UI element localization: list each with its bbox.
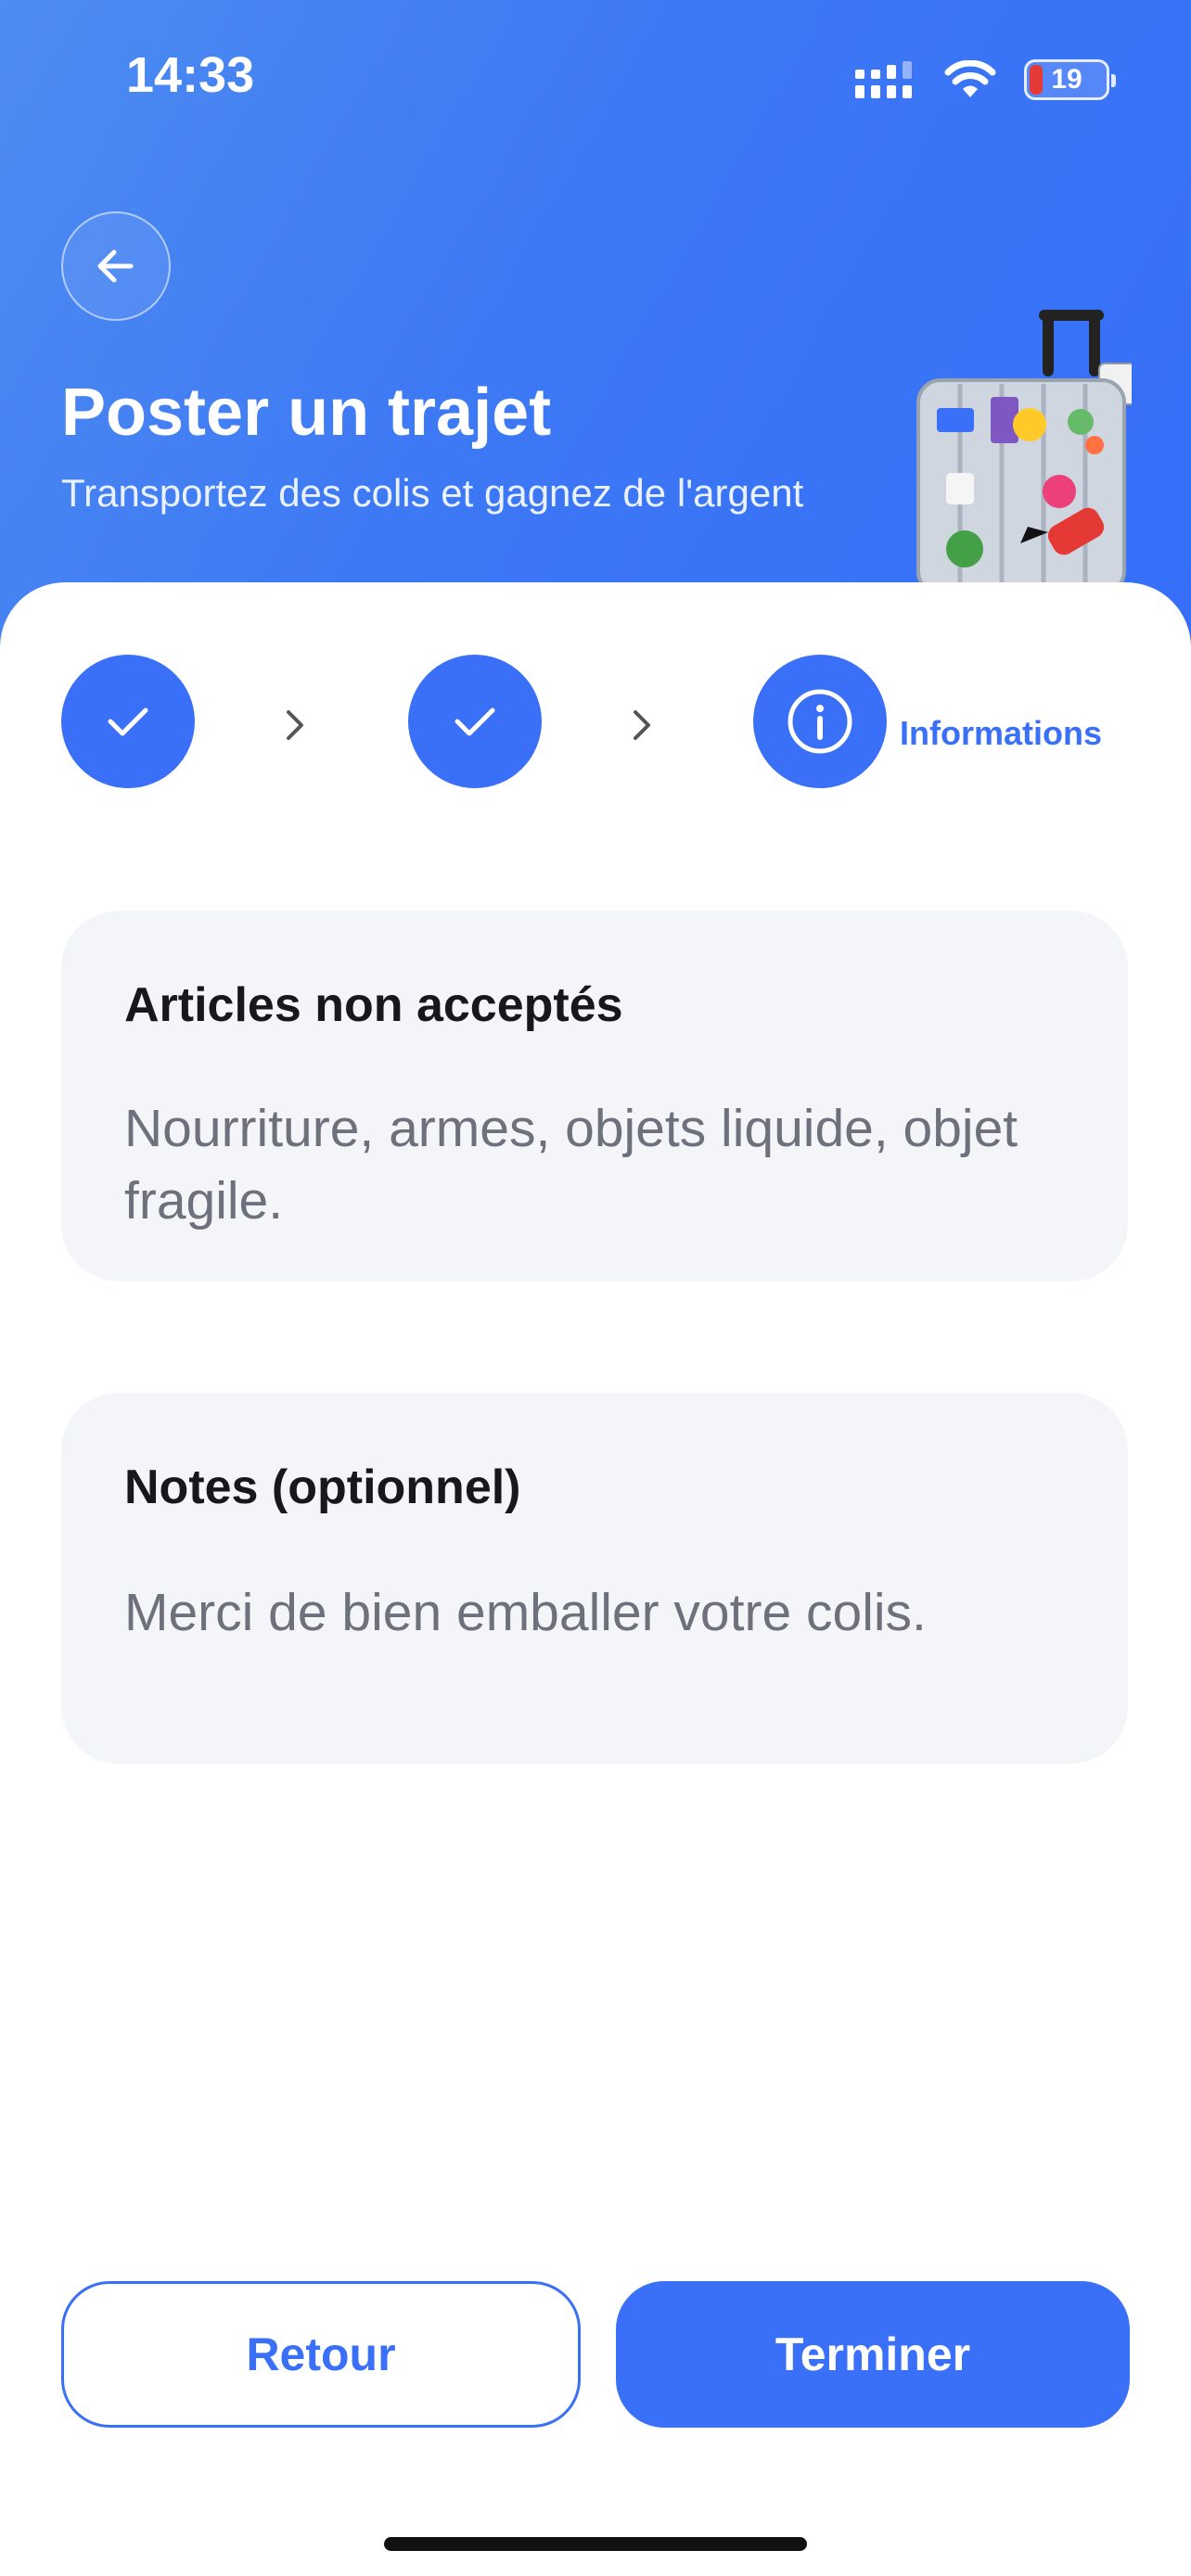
battery-level: 19 bbox=[1051, 64, 1082, 95]
finish-button[interactable]: Terminer bbox=[616, 2281, 1130, 2428]
battery-icon: 19 bbox=[1024, 59, 1116, 100]
header: 14:33 19 Poster un trajet Transportez de… bbox=[0, 0, 1191, 668]
cellular-signal-icon bbox=[855, 61, 912, 98]
prohibited-items-card: Articles non acceptés Nourriture, armes,… bbox=[61, 911, 1128, 1282]
step-2-completed bbox=[408, 655, 542, 788]
chevron-right-icon bbox=[634, 710, 650, 740]
step-3-label: Informations bbox=[900, 714, 1103, 752]
back-button[interactable] bbox=[61, 211, 171, 321]
wifi-icon bbox=[944, 60, 996, 97]
check-icon bbox=[455, 708, 495, 736]
arrow-left-icon bbox=[97, 249, 134, 283]
status-icons: 19 bbox=[855, 59, 1116, 100]
back-step-button[interactable]: Retour bbox=[61, 2281, 581, 2428]
home-indicator bbox=[384, 2537, 807, 2551]
status-time: 14:33 bbox=[126, 47, 255, 103]
notes-card[interactable]: Notes (optionnel) Merci de bien emballer… bbox=[61, 1393, 1128, 1764]
page-subtitle: Transportez des colis et gagnez de l'arg… bbox=[61, 471, 804, 515]
prohibited-items-text: Nourriture, armes, objets liquide, objet… bbox=[124, 1099, 1018, 1231]
info-icon bbox=[788, 689, 852, 754]
notes-title: Notes (optionnel) bbox=[124, 1460, 521, 1514]
step-1-completed bbox=[61, 655, 195, 788]
step-3-current bbox=[753, 655, 887, 788]
check-icon bbox=[108, 708, 148, 736]
luggage-illustration bbox=[916, 310, 1132, 593]
prohibited-items-title: Articles non acceptés bbox=[124, 978, 623, 1032]
notes-text[interactable]: Merci de bien emballer votre colis. bbox=[124, 1576, 1072, 1649]
page-title: Poster un trajet bbox=[61, 376, 552, 450]
chevron-right-icon bbox=[287, 710, 303, 740]
